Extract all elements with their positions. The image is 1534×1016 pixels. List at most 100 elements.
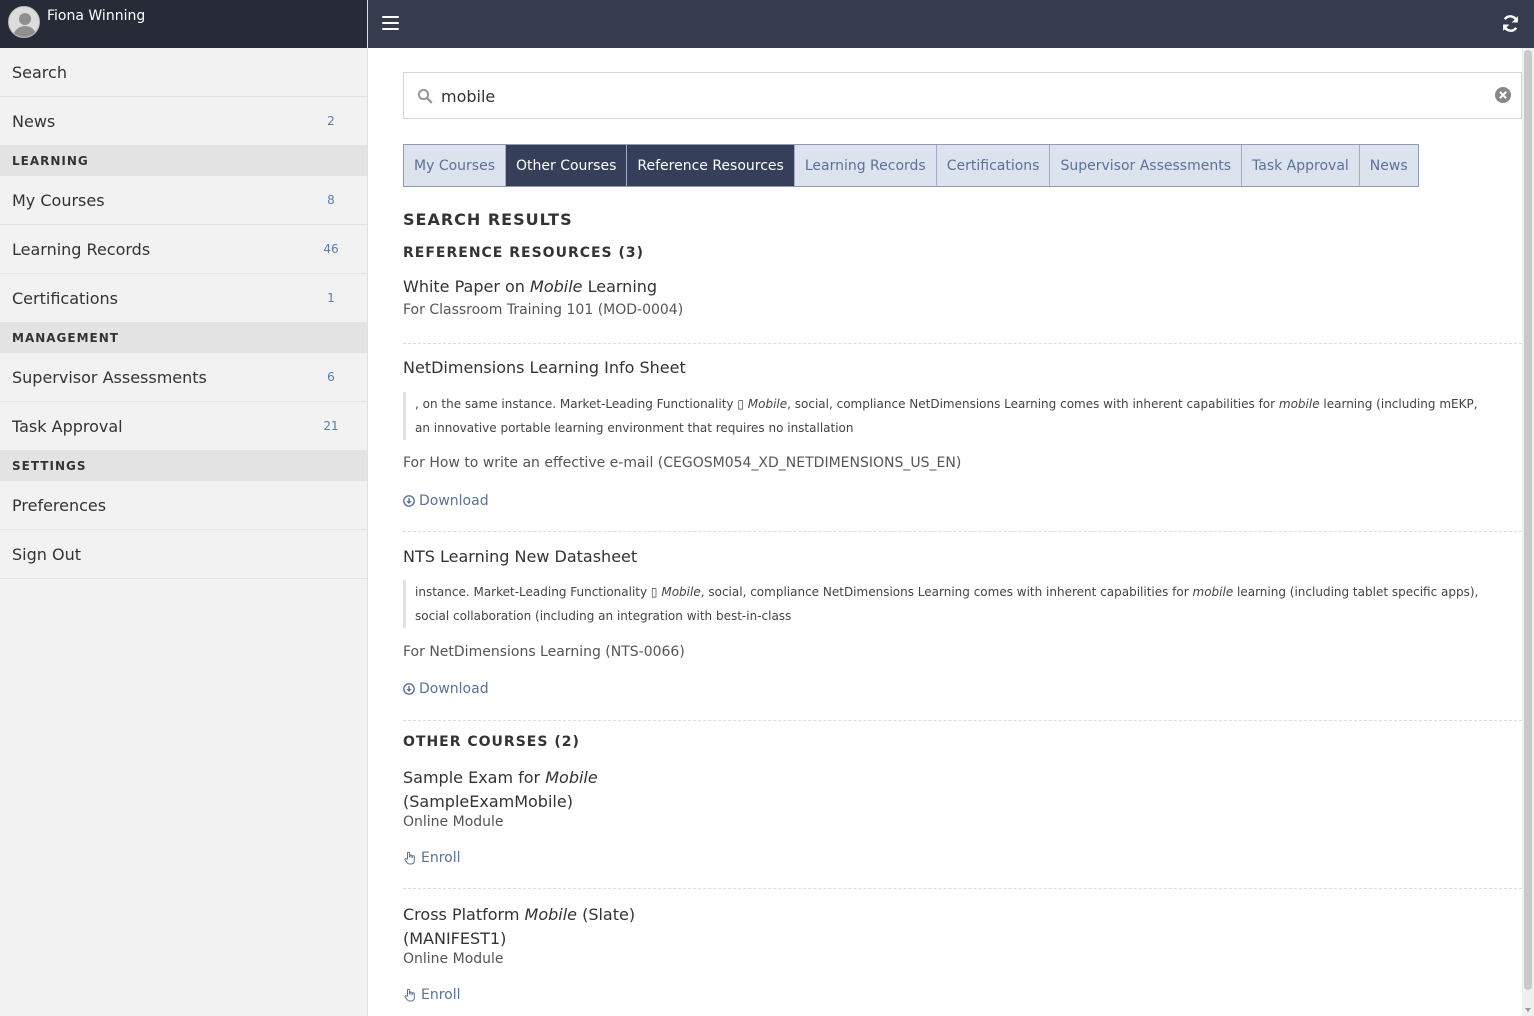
tab-news[interactable]: News [1360, 145, 1418, 186]
tab-supervisor-assessments[interactable]: Supervisor Assessments [1050, 145, 1242, 186]
sidebar-item-label: News [12, 111, 56, 131]
download-label: Download [419, 493, 489, 509]
top-bar [368, 0, 1534, 48]
other-courses-heading: OTHER COURSES (2) [403, 734, 580, 750]
sidebar-item-my-courses[interactable]: My Courses 8 [0, 176, 367, 225]
search-results-heading: SEARCH RESULTS [403, 210, 573, 229]
title-text: (Slate) [577, 905, 636, 924]
sidebar-item-sign-out[interactable]: Sign Out [0, 530, 367, 579]
result-subtitle: For NetDimensions Learning (NTS-0066) [403, 644, 685, 660]
sidebar-item-count: 2 [327, 114, 335, 128]
sidebar-item-label: Certifications [12, 288, 118, 308]
title-highlight: Mobile [545, 768, 598, 787]
refresh-icon[interactable] [1501, 14, 1520, 33]
sidebar-item-label: My Courses [12, 190, 105, 210]
sidebar-item-label: Sign Out [12, 544, 81, 564]
sidebar-section-learning: LEARNING [0, 146, 367, 176]
download-link[interactable]: Download [403, 493, 489, 509]
excerpt-text: , social, compliance NetDimensions Learn… [787, 397, 1279, 411]
excerpt-highlight: mobile [1192, 585, 1234, 599]
sidebar-item-preferences[interactable]: Preferences [0, 481, 367, 530]
sidebar-item-count: 21 [323, 419, 339, 433]
title-highlight: Mobile [524, 905, 577, 924]
sidebar-item-label: Preferences [12, 495, 107, 515]
divider [403, 343, 1522, 344]
scroll-down-icon[interactable] [1525, 1008, 1531, 1012]
result-excerpt: instance. Market-Leading Functionality ▯… [403, 580, 1483, 628]
title-text: Learning [582, 277, 658, 296]
scrollbar-thumb[interactable] [1524, 50, 1532, 990]
download-label: Download [419, 681, 489, 697]
hand-pointer-icon [404, 851, 415, 865]
excerpt-highlight: Mobile [661, 585, 701, 599]
result-subtitle: For How to write an effective e-mail (CE… [403, 455, 962, 471]
course-title[interactable]: Cross Platform Mobile (Slate) (MANIFEST1… [403, 903, 635, 951]
reference-resources-heading: REFERENCE RESOURCES (3) [403, 245, 645, 261]
excerpt-text: , on the same instance. Market-Leading F… [415, 397, 748, 411]
sidebar-item-learning-records[interactable]: Learning Records 46 [0, 225, 367, 274]
sidebar-item-news[interactable]: News 2 [0, 97, 367, 146]
main-content: My Courses Other Courses Reference Resou… [368, 48, 1522, 1016]
enroll-link[interactable]: Enroll [403, 850, 461, 866]
tab-other-courses[interactable]: Other Courses [506, 145, 628, 186]
download-icon [403, 683, 415, 695]
sidebar-item-certifications[interactable]: Certifications 1 [0, 274, 367, 323]
sidebar-item-supervisor-assessments[interactable]: Supervisor Assessments 6 [0, 353, 367, 402]
course-type: Online Module [403, 951, 504, 967]
sidebar-item-count: 46 [323, 242, 339, 256]
sidebar-item-label: Task Approval [12, 416, 123, 436]
course-code: (MANIFEST1) [403, 929, 507, 948]
result-excerpt: , on the same instance. Market-Leading F… [403, 392, 1483, 440]
title-highlight: Mobile [530, 277, 583, 296]
hand-pointer-icon [404, 988, 415, 1002]
sidebar-item-label: Supervisor Assessments [12, 367, 207, 387]
divider [403, 720, 1522, 721]
divider [403, 888, 1522, 889]
course-code: (SampleExamMobile) [403, 792, 573, 811]
enroll-link[interactable]: Enroll [403, 987, 461, 1003]
tab-task-approval[interactable]: Task Approval [1242, 145, 1360, 186]
result-subtitle: For Classroom Training 101 (MOD-0004) [403, 302, 684, 318]
search-input[interactable] [441, 83, 1481, 109]
sidebar-item-task-approval[interactable]: Task Approval 21 [0, 402, 367, 451]
excerpt-highlight: Mobile [747, 397, 788, 411]
title-text: Cross Platform [403, 905, 525, 924]
result-title[interactable]: White Paper on Mobile Learning [403, 277, 657, 296]
result-title[interactable]: NetDimensions Learning Info Sheet [403, 358, 686, 377]
course-title[interactable]: Sample Exam for Mobile (SampleExamMobile… [403, 766, 598, 814]
sidebar-item-search[interactable]: Search [0, 48, 367, 97]
sidebar-section-management: MANAGEMENT [0, 323, 367, 353]
sidebar-item-count: 1 [327, 291, 335, 305]
tab-reference-resources[interactable]: Reference Resources [627, 145, 795, 186]
search-icon [417, 88, 433, 104]
divider [403, 531, 1522, 532]
tab-learning-records[interactable]: Learning Records [795, 145, 937, 186]
clear-search-icon[interactable] [1494, 86, 1512, 104]
sidebar-item-label: Search [12, 62, 67, 82]
user-avatar-icon[interactable] [8, 6, 40, 38]
sidebar-item-count: 6 [327, 370, 335, 384]
excerpt-text: , social, compliance NetDimensions Learn… [700, 585, 1193, 599]
title-text: White Paper on [403, 277, 531, 296]
tab-certifications[interactable]: Certifications [937, 145, 1051, 186]
excerpt-highlight: mobile [1278, 397, 1320, 411]
sidebar-item-count: 8 [327, 193, 335, 207]
enroll-label: Enroll [421, 850, 461, 866]
scrollbar[interactable] [1522, 48, 1534, 1016]
sidebar: Fiona Winning Search News 2 LEARNING My … [0, 0, 368, 1016]
result-title[interactable]: NTS Learning New Datasheet [403, 547, 637, 566]
search-tabs: My Courses Other Courses Reference Resou… [403, 144, 1419, 187]
tab-my-courses[interactable]: My Courses [404, 145, 506, 186]
user-name[interactable]: Fiona Winning [47, 8, 145, 24]
enroll-label: Enroll [421, 987, 461, 1003]
download-icon [403, 495, 415, 507]
hamburger-menu-icon[interactable] [382, 16, 399, 30]
sidebar-item-label: Learning Records [12, 239, 151, 259]
user-bar[interactable]: Fiona Winning [0, 0, 367, 48]
title-text: Sample Exam for [403, 768, 546, 787]
sidebar-section-settings: SETTINGS [0, 451, 367, 481]
download-link[interactable]: Download [403, 681, 489, 697]
search-box[interactable] [403, 72, 1522, 119]
course-type: Online Module [403, 814, 504, 830]
excerpt-text: instance. Market-Leading Functionality ▯ [415, 585, 662, 599]
